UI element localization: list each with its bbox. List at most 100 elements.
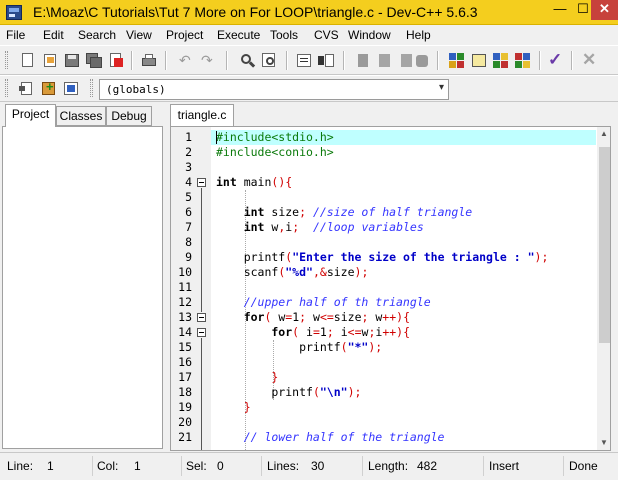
rebuild-all-icon[interactable]: [513, 51, 531, 69]
toolbar-grip[interactable]: [5, 51, 8, 69]
chevron-down-icon[interactable]: ▾: [439, 82, 444, 93]
status-lines-label: Lines:: [267, 459, 300, 473]
goto-line-icon[interactable]: [316, 51, 334, 69]
toolbar-grip[interactable]: [90, 79, 93, 97]
class-toolbar: + (globals) ▾: [0, 75, 618, 102]
project-tree[interactable]: [2, 126, 163, 449]
close-file-icon[interactable]: [106, 51, 124, 69]
line-number: 1: [185, 130, 192, 144]
new-class-icon[interactable]: +: [39, 79, 57, 97]
code-line: for( w=1; w<=size; w++){: [216, 310, 410, 324]
code-line: scanf("%d",&size);: [216, 265, 369, 279]
tab-project[interactable]: Project: [5, 104, 56, 127]
fold-toggle-icon[interactable]: [197, 178, 206, 187]
delete-icon[interactable]: ✕: [579, 50, 597, 69]
tab-classes[interactable]: Classes: [56, 106, 106, 126]
status-lines-value: 30: [311, 459, 325, 473]
tab-debug[interactable]: Debug: [106, 106, 152, 126]
line-number: 14: [178, 325, 192, 339]
vertical-scrollbar[interactable]: ▲ ▼: [597, 127, 610, 450]
code-line: printf("*");: [216, 340, 383, 354]
menu-tools[interactable]: Tools: [270, 28, 298, 42]
menu-file[interactable]: File: [6, 28, 25, 42]
stop-icon[interactable]: [412, 51, 430, 69]
status-divider: [563, 456, 564, 476]
line-number-gutter: 1 2 3 4 5 6 7 8 9 10 11 12 13 14 15 16 1…: [171, 127, 211, 450]
line-number: 21: [178, 430, 192, 444]
line-number: 18: [178, 385, 192, 399]
main-toolbar: ↶ ↷ ✓ ✕: [0, 45, 618, 75]
toggle-bookmark-icon[interactable]: [352, 51, 370, 69]
fold-line: [201, 188, 202, 312]
save-icon[interactable]: [62, 51, 80, 69]
scrollbar-thumb[interactable]: [599, 147, 610, 343]
open-file-icon[interactable]: [40, 51, 58, 69]
line-number: 2: [185, 145, 192, 159]
status-length-value: 482: [417, 459, 438, 473]
syntax-check-icon[interactable]: ✓: [546, 50, 564, 69]
toolbar-separator: [539, 51, 541, 70]
line-number: 3: [185, 160, 192, 174]
new-file-icon[interactable]: [18, 51, 36, 69]
redo-icon[interactable]: ↷: [198, 51, 216, 69]
indent-icon[interactable]: [294, 51, 312, 69]
menu-view[interactable]: View: [126, 28, 152, 42]
print-icon[interactable]: [139, 51, 157, 69]
compile-run-icon[interactable]: [491, 51, 509, 69]
line-number: 17: [178, 370, 192, 384]
insert-icon[interactable]: [17, 79, 35, 97]
scope-combobox[interactable]: (globals) ▾: [99, 79, 449, 100]
menu-execute[interactable]: Execute: [217, 28, 260, 42]
window-title: E:\Moaz\C Tutorials\Tut 7 More on For LO…: [33, 4, 478, 20]
code-line: int w,i; //loop variables: [216, 220, 424, 234]
run-icon[interactable]: [469, 51, 487, 69]
line-number: 5: [185, 190, 192, 204]
find-icon[interactable]: [238, 51, 256, 69]
status-length-label: Length:: [368, 459, 409, 473]
menu-help[interactable]: Help: [406, 28, 431, 42]
save-all-icon[interactable]: [84, 51, 102, 69]
menu-cvs[interactable]: CVS: [314, 28, 339, 42]
scope-combobox-value: (globals): [106, 83, 166, 96]
code-editor[interactable]: 1 2 3 4 5 6 7 8 9 10 11 12 13 14 15 16 1…: [170, 126, 611, 451]
line-number: 4: [185, 175, 192, 189]
status-line-label: Line:: [7, 459, 34, 473]
status-col-label: Col:: [97, 459, 119, 473]
panel-splitter[interactable]: [164, 102, 168, 451]
toolbar-separator: [165, 51, 167, 70]
class-browser-icon[interactable]: [61, 79, 79, 97]
status-divider: [261, 456, 262, 476]
toolbar-grip[interactable]: [5, 79, 8, 97]
menu-search[interactable]: Search: [78, 28, 116, 42]
text-caret: [216, 131, 217, 144]
replace-icon[interactable]: [260, 51, 278, 69]
line-number: 10: [178, 265, 192, 279]
fold-toggle-icon[interactable]: [197, 328, 206, 337]
code-line: //upper half of th triangle: [216, 295, 431, 309]
code-line: printf("\n");: [216, 385, 362, 399]
tab-triangle-c[interactable]: triangle.c: [170, 104, 234, 127]
toolbar-separator: [343, 51, 345, 70]
fold-toggle-icon[interactable]: [197, 313, 206, 322]
code-line: #include<stdio.h>: [216, 130, 334, 144]
code-line: printf("Enter the size of the triangle :…: [216, 250, 549, 264]
status-sel-value: 0: [217, 459, 224, 473]
compile-icon[interactable]: [447, 51, 465, 69]
scroll-down-icon[interactable]: ▼: [597, 436, 610, 450]
devcpp-app-icon[interactable]: [6, 5, 22, 20]
scroll-up-icon[interactable]: ▲: [597, 127, 610, 141]
status-insert-mode: Insert: [489, 459, 520, 473]
line-number: 6: [185, 205, 192, 219]
close-button[interactable]: ✕: [591, 0, 618, 20]
status-divider: [181, 456, 182, 476]
code-text-area[interactable]: #include<stdio.h> #include<conio.h> int …: [211, 127, 596, 450]
status-bar: Line: 1 Col: 1 Sel: 0 Lines: 30 Length: …: [0, 452, 618, 480]
undo-icon[interactable]: ↶: [176, 51, 194, 69]
menu-project[interactable]: Project: [166, 28, 203, 42]
previous-bookmark-icon[interactable]: [374, 51, 392, 69]
fold-line: [201, 338, 202, 450]
toolbar-separator: [571, 51, 573, 70]
menu-window[interactable]: Window: [348, 28, 391, 42]
menu-edit[interactable]: Edit: [43, 28, 64, 42]
line-number: 16: [178, 355, 192, 369]
